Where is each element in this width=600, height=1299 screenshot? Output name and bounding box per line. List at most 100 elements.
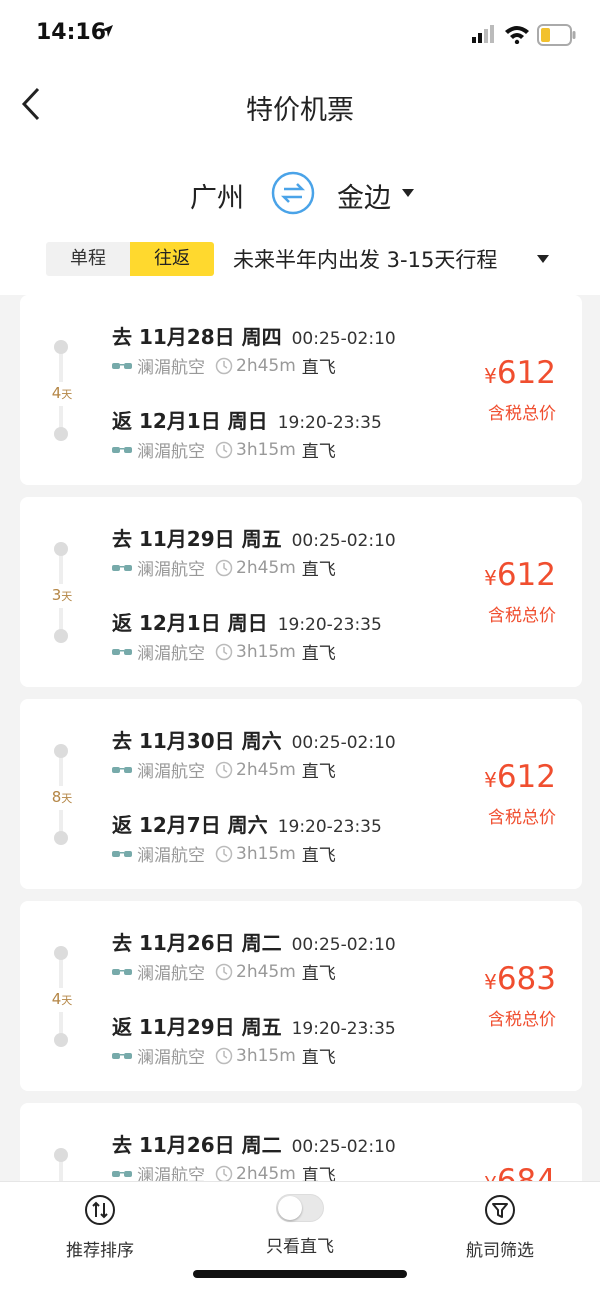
return-time: 19:20-23:35 — [277, 817, 382, 837]
price: ¥612 — [484, 759, 556, 795]
trip-days-unit: 天 — [61, 590, 73, 603]
timeline-dot — [54, 946, 68, 960]
airline-logo-icon — [112, 446, 132, 453]
clock-icon — [215, 357, 233, 374]
wifi-icon — [505, 26, 529, 44]
price-value: 612 — [496, 355, 556, 391]
sort-label: 推荐排序 — [66, 1241, 134, 1261]
price-value: 612 — [496, 759, 556, 795]
timeline-dot — [54, 542, 68, 556]
price-label: 含税总价 — [488, 808, 556, 828]
airline-logo-icon — [112, 766, 132, 773]
clock-icon — [215, 441, 233, 458]
return-info: 返 12月7日 周六 19:20-23:35 — [112, 809, 382, 838]
to-city[interactable]: 金边 — [337, 176, 391, 215]
airline-name: 澜湄航空 — [137, 1048, 205, 1068]
outbound-date: 去 11月28日 周四 — [112, 325, 282, 349]
outbound-date: 去 11月30日 周六 — [112, 729, 282, 753]
clock-icon — [215, 1165, 233, 1182]
return-time: 19:20-23:35 — [277, 615, 382, 635]
airline-logo-icon — [112, 850, 132, 857]
outbound-date: 去 11月26日 周二 — [112, 1133, 282, 1157]
outbound-time: 00:25-02:10 — [291, 1137, 396, 1157]
price-value: 612 — [496, 557, 556, 593]
airline-logo-icon — [112, 968, 132, 975]
from-city[interactable]: 广州 — [190, 176, 244, 215]
status-time: 14:16 — [36, 20, 107, 45]
outbound-info: 去 11月29日 周五 00:25-02:10 — [112, 523, 396, 552]
tab-round-trip[interactable]: 往返 — [130, 242, 214, 276]
trip-days: 3天 — [46, 584, 78, 608]
return-details: 澜湄航空 3h15m 直飞 — [112, 841, 336, 866]
date-range-selector[interactable]: 未来半年内出发 3-15天行程 — [233, 244, 497, 274]
flight-type: 直飞 — [301, 442, 336, 462]
flight-duration: 3h15m — [236, 439, 296, 460]
return-date: 返 12月7日 周六 — [112, 813, 268, 837]
airline-logo-icon — [112, 564, 132, 571]
price-value: 683 — [496, 961, 556, 997]
swap-cities-icon[interactable] — [270, 170, 316, 216]
outbound-details: 澜湄航空 2h45m 直飞 — [112, 555, 336, 580]
direct-only-toggle-item[interactable]: 只看直飞 — [230, 1194, 370, 1257]
airline-filter-button[interactable]: 航司筛选 — [430, 1194, 570, 1261]
outbound-date: 去 11月29日 周五 — [112, 527, 282, 551]
toggle-knob — [278, 1196, 302, 1220]
timeline-dot — [54, 831, 68, 845]
trip-days-unit: 天 — [61, 792, 73, 805]
flight-card[interactable]: 4天 去 11月26日 周二 00:25-02:10 澜湄航空 2h45m 直飞 … — [20, 901, 582, 1091]
return-details: 澜湄航空 3h15m 直飞 — [112, 639, 336, 664]
tab-one-way[interactable]: 单程 — [46, 242, 130, 276]
route-selector: 广州 金边 — [0, 170, 600, 216]
flight-card[interactable]: 3天 去 11月29日 周五 00:25-02:10 澜湄航空 2h45m 直飞 … — [20, 497, 582, 687]
flight-duration: 3h15m — [236, 1045, 296, 1066]
flight-card[interactable]: 8天 去 11月30日 周六 00:25-02:10 澜湄航空 2h45m 直飞 … — [20, 699, 582, 889]
battery-icon — [537, 24, 576, 46]
flight-duration: 2h45m — [236, 759, 296, 780]
trip-days-count: 4 — [51, 384, 62, 402]
outbound-time: 00:25-02:10 — [291, 531, 396, 551]
timeline-dot — [54, 744, 68, 758]
return-details: 澜湄航空 3h15m 直飞 — [112, 1043, 336, 1068]
trip-days-count: 3 — [51, 586, 62, 604]
chevron-down-icon[interactable] — [401, 188, 415, 198]
outbound-time: 00:25-02:10 — [291, 935, 396, 955]
cellular-signal-icon — [472, 25, 494, 43]
direct-only-toggle[interactable] — [276, 1194, 324, 1222]
currency-symbol: ¥ — [484, 364, 497, 388]
sort-button[interactable]: 推荐排序 — [30, 1194, 170, 1261]
flight-type: 直飞 — [301, 358, 336, 378]
outbound-details: 澜湄航空 2h45m 直飞 — [112, 959, 336, 984]
clock-icon — [215, 963, 233, 980]
flight-type: 直飞 — [301, 762, 336, 782]
return-info: 返 12月1日 周日 19:20-23:35 — [112, 405, 382, 434]
price-label: 含税总价 — [488, 404, 556, 424]
direct-only-label: 只看直飞 — [266, 1237, 334, 1257]
currency-symbol: ¥ — [484, 970, 497, 994]
bottom-toolbar: 推荐排序 只看直飞 航司筛选 — [0, 1181, 600, 1299]
price: ¥612 — [484, 355, 556, 391]
return-time: 19:20-23:35 — [277, 413, 382, 433]
return-time: 19:20-23:35 — [291, 1019, 396, 1039]
trip-days: 8天 — [46, 786, 78, 810]
flight-duration: 2h45m — [236, 961, 296, 982]
return-date: 返 11月29日 周五 — [112, 1015, 282, 1039]
trip-days-unit: 天 — [61, 388, 73, 401]
airline-filter-label: 航司筛选 — [466, 1241, 534, 1261]
trip-days-count: 4 — [51, 990, 62, 1008]
airline-name: 澜湄航空 — [137, 964, 205, 984]
timeline-dot — [54, 629, 68, 643]
return-info: 返 12月1日 周日 19:20-23:35 — [112, 607, 382, 636]
airline-name: 澜湄航空 — [137, 762, 205, 782]
currency-symbol: ¥ — [484, 768, 497, 792]
price: ¥683 — [484, 961, 556, 997]
filter-icon — [485, 1195, 515, 1225]
clock-icon — [215, 761, 233, 778]
chevron-down-icon[interactable] — [536, 254, 550, 264]
trip-days: 4天 — [46, 382, 78, 406]
airline-name: 澜湄航空 — [137, 560, 205, 580]
home-indicator[interactable] — [193, 1270, 407, 1278]
trip-days-unit: 天 — [61, 994, 73, 1007]
flight-card[interactable]: 4天 去 11月28日 周四 00:25-02:10 澜湄航空 2h45m 直飞 … — [20, 295, 582, 485]
flight-duration: 3h15m — [236, 843, 296, 864]
outbound-info: 去 11月26日 周二 00:25-02:10 — [112, 1129, 396, 1158]
